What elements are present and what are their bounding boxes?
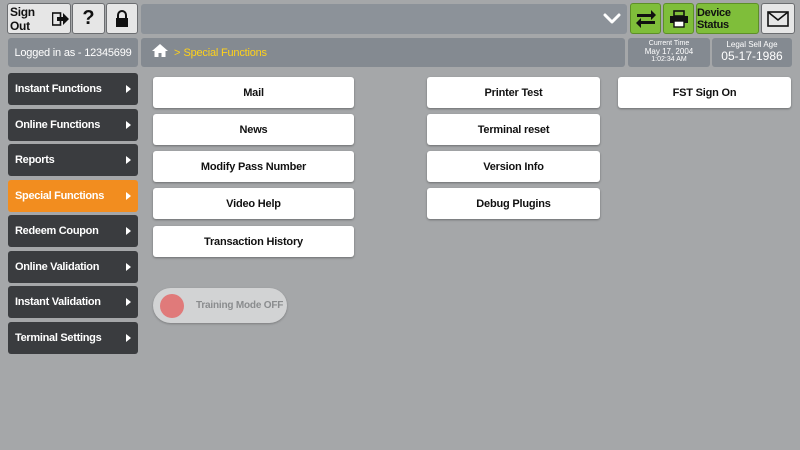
button-label: Video Help <box>226 197 281 210</box>
sidebar-item-label: Online Functions <box>15 119 101 131</box>
header-collapse-bar[interactable] <box>141 4 627 34</box>
lock-button[interactable] <box>106 3 138 34</box>
sign-out-button[interactable]: Sign Out <box>7 3 71 34</box>
home-icon[interactable] <box>151 43 169 63</box>
sidebar-item-terminal-settings[interactable]: Terminal Settings <box>8 322 138 354</box>
news-button[interactable]: News <box>153 114 354 145</box>
chevron-right-icon <box>126 227 131 235</box>
terminal-reset-button[interactable]: Terminal reset <box>427 114 600 145</box>
chevron-right-icon <box>126 121 131 129</box>
sidebar-item-online-functions[interactable]: Online Functions <box>8 109 138 141</box>
button-label: Modify Pass Number <box>200 160 307 173</box>
sidebar-item-label: Terminal Settings <box>15 332 102 344</box>
arrow-right-exit-icon <box>52 11 70 27</box>
chevron-right-icon <box>126 156 131 164</box>
chevron-down-icon[interactable] <box>603 12 621 30</box>
current-date: May 17, 2004 <box>644 47 694 56</box>
legal-sell-age-date: 05-17-1986 <box>721 49 783 63</box>
chevron-right-icon <box>126 85 131 93</box>
sidebar-item-label: Reports <box>15 154 55 166</box>
version-info-button[interactable]: Version Info <box>427 151 600 182</box>
envelope-icon <box>767 10 789 27</box>
mail-button[interactable]: Mail <box>153 77 354 108</box>
sidebar-item-online-validation[interactable]: Online Validation <box>8 251 138 283</box>
transaction-history-button[interactable]: Transaction History <box>153 226 354 257</box>
breadcrumb-current: Special Functions <box>183 46 267 59</box>
sidebar-item-label: Instant Validation <box>15 296 101 308</box>
breadcrumb: > Special Functions <box>141 38 625 67</box>
device-status-button[interactable]: Device Status <box>696 3 759 34</box>
help-button[interactable]: ? <box>72 3 105 34</box>
current-time-box: Current Time May 17, 2004 1:02:34 AM <box>628 38 710 67</box>
chevron-right-icon <box>126 334 131 342</box>
button-label: Version Info <box>483 160 544 173</box>
button-label: Printer Test <box>484 86 543 99</box>
sidebar-item-instant-functions[interactable]: Instant Functions <box>8 73 138 105</box>
training-mode-toggle[interactable]: Training Mode OFF <box>153 288 287 323</box>
sidebar-item-label: Instant Functions <box>15 83 102 95</box>
chevron-right-icon <box>126 298 131 306</box>
legal-sell-age-label: Legal Sell Age <box>726 40 778 49</box>
button-label: Mail <box>243 86 264 99</box>
printer-icon <box>669 9 689 28</box>
video-help-button[interactable]: Video Help <box>153 188 354 219</box>
messages-button[interactable] <box>761 3 795 34</box>
sidebar-item-instant-validation[interactable]: Instant Validation <box>8 286 138 318</box>
printer-button[interactable] <box>663 3 694 34</box>
modify-pass-number-button[interactable]: Modify Pass Number <box>153 151 354 182</box>
device-status-label: Device Status <box>697 6 731 31</box>
top-bar: Sign Out ? Device Status <box>0 0 800 36</box>
fst-sign-on-button[interactable]: FST Sign On <box>618 77 791 108</box>
lock-icon <box>115 10 129 27</box>
current-time: 1:02:34 AM <box>651 56 687 63</box>
sidebar-item-redeem-coupon[interactable]: Redeem Coupon <box>8 215 138 247</box>
printer-test-button[interactable]: Printer Test <box>427 77 600 108</box>
help-label: ? <box>82 7 95 29</box>
logged-in-text: Logged in as - 12345699 <box>14 46 132 59</box>
training-mode-label: Training Mode OFF <box>196 300 284 311</box>
legal-sell-age-box: Legal Sell Age 05-17-1986 <box>712 38 792 67</box>
chevron-right-icon <box>126 192 131 200</box>
button-label: Debug Plugins <box>476 197 551 210</box>
sidebar-item-label: Special Functions <box>15 190 105 202</box>
chevron-right-icon <box>126 263 131 271</box>
button-label: News <box>239 123 268 136</box>
breadcrumb-separator: > <box>174 46 181 59</box>
swap-button[interactable] <box>630 3 661 34</box>
button-label: FST Sign On <box>672 86 737 99</box>
button-label: Terminal reset <box>477 123 550 136</box>
button-label: Transaction History <box>204 235 303 248</box>
sidebar-item-special-functions[interactable]: Special Functions <box>8 180 138 212</box>
debug-plugins-button[interactable]: Debug Plugins <box>427 188 600 219</box>
sidebar-item-reports[interactable]: Reports <box>8 144 138 176</box>
sidebar-item-label: Redeem Coupon <box>15 225 99 237</box>
sidebar-item-label: Online Validation <box>15 261 100 273</box>
toggle-knob <box>160 293 184 318</box>
logged-in-status: Logged in as - 12345699 <box>8 38 138 67</box>
sign-out-label: Sign Out <box>10 4 35 33</box>
swap-arrows-icon <box>635 9 657 28</box>
